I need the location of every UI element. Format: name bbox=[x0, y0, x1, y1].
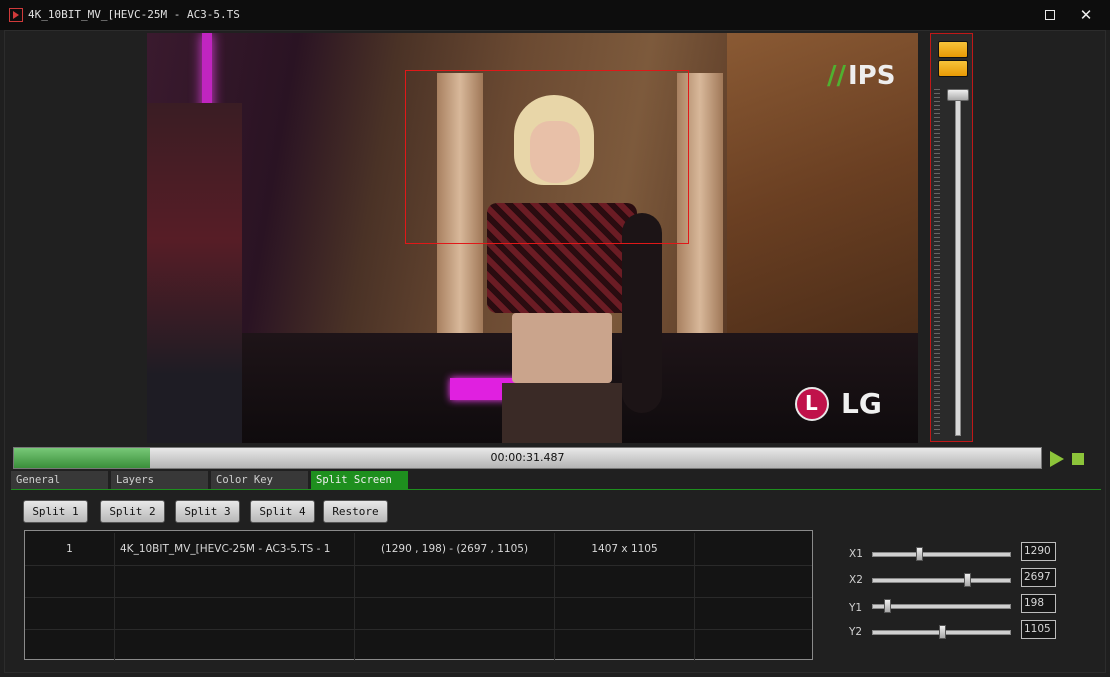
x2-slider-track[interactable] bbox=[872, 578, 1011, 583]
split-4-button[interactable]: Split 4 bbox=[250, 500, 315, 523]
y1-label: Y1 bbox=[849, 602, 863, 614]
restore-button[interactable]: Restore bbox=[323, 500, 388, 523]
video-viewport[interactable]: //IPS LG bbox=[147, 33, 918, 443]
x2-slider-thumb[interactable] bbox=[964, 573, 971, 587]
y2-slider-thumb[interactable] bbox=[939, 625, 946, 639]
split-3-button[interactable]: Split 3 bbox=[175, 500, 240, 523]
tab-color-key[interactable]: Color Key bbox=[211, 471, 308, 489]
row-size bbox=[555, 565, 695, 597]
row-extra bbox=[695, 533, 812, 565]
split-2-button[interactable]: Split 2 bbox=[100, 500, 165, 523]
vertical-control-panel bbox=[930, 33, 973, 442]
table-row[interactable] bbox=[25, 565, 812, 598]
row-region: (1290 , 198) - (2697 , 1105) bbox=[355, 533, 555, 565]
row-region bbox=[355, 597, 555, 629]
vertical-slider-track[interactable] bbox=[955, 89, 961, 436]
tab-layers[interactable]: Layers bbox=[111, 471, 208, 489]
split-table: 1 4K_10BIT_MV_[HEVC-25M - AC3-5.TS - 1 (… bbox=[24, 530, 813, 661]
lg-logo-icon bbox=[795, 387, 829, 421]
row-extra bbox=[695, 565, 812, 597]
row-region bbox=[355, 565, 555, 597]
row-size: 1407 x 1105 bbox=[555, 533, 695, 565]
video-dancer-left bbox=[147, 103, 242, 443]
panel-button-2[interactable] bbox=[938, 60, 968, 77]
playback-time: 00:00:31.487 bbox=[490, 451, 565, 464]
table-row[interactable] bbox=[25, 629, 812, 661]
table-row[interactable] bbox=[25, 597, 812, 630]
row-index bbox=[25, 629, 115, 661]
row-source-name bbox=[115, 597, 355, 629]
row-size bbox=[555, 597, 695, 629]
y2-value-field[interactable]: 1105 bbox=[1021, 620, 1056, 639]
tab-split-screen[interactable]: Split Screen bbox=[311, 471, 408, 489]
panel-button-1[interactable] bbox=[938, 41, 968, 58]
play-icon[interactable] bbox=[1050, 451, 1064, 467]
y1-slider-thumb[interactable] bbox=[884, 599, 891, 613]
x2-label: X2 bbox=[849, 574, 863, 586]
close-button[interactable]: ✕ bbox=[1073, 4, 1099, 26]
x1-value-field[interactable]: 1290 bbox=[1021, 542, 1056, 561]
x2-value-field[interactable]: 2697 bbox=[1021, 568, 1056, 587]
stop-icon[interactable] bbox=[1072, 453, 1084, 465]
row-index bbox=[25, 597, 115, 629]
row-source-name bbox=[115, 629, 355, 661]
table-row[interactable]: 1 4K_10BIT_MV_[HEVC-25M - AC3-5.TS - 1 (… bbox=[25, 533, 812, 566]
app-icon bbox=[9, 8, 23, 22]
x1-slider-track[interactable] bbox=[872, 552, 1011, 557]
x1-label: X1 bbox=[849, 548, 863, 560]
y1-value-field[interactable]: 198 bbox=[1021, 594, 1056, 613]
seek-bar[interactable]: 00:00:31.487 bbox=[13, 447, 1042, 469]
row-extra bbox=[695, 629, 812, 661]
dancer-midriff bbox=[512, 313, 612, 383]
row-region bbox=[355, 629, 555, 661]
y2-label: Y2 bbox=[849, 626, 863, 638]
maximize-button[interactable] bbox=[1037, 4, 1063, 26]
row-source-name bbox=[115, 565, 355, 597]
tab-underline bbox=[11, 489, 1101, 490]
row-index bbox=[25, 565, 115, 597]
title-bar: 4K_10BIT_MV_[HEVC-25M - AC3-5.TS ✕ bbox=[0, 0, 1110, 30]
row-extra bbox=[695, 597, 812, 629]
row-index: 1 bbox=[25, 533, 115, 565]
y1-slider-track[interactable] bbox=[872, 604, 1011, 609]
split-region-rectangle[interactable] bbox=[405, 70, 689, 244]
row-source-name: 4K_10BIT_MV_[HEVC-25M - AC3-5.TS - 1 bbox=[115, 533, 355, 565]
row-size bbox=[555, 629, 695, 661]
vertical-slider-thumb[interactable] bbox=[947, 89, 969, 101]
lg-logo-text: LG bbox=[841, 387, 882, 420]
dancer-skirt bbox=[502, 383, 622, 443]
split-1-button[interactable]: Split 1 bbox=[23, 500, 88, 523]
tab-general[interactable]: General bbox=[11, 471, 108, 489]
window-title: 4K_10BIT_MV_[HEVC-25M - AC3-5.TS bbox=[28, 8, 240, 21]
x1-slider-thumb[interactable] bbox=[916, 547, 923, 561]
level-meter bbox=[934, 89, 940, 434]
ips-logo: //IPS bbox=[827, 61, 896, 91]
